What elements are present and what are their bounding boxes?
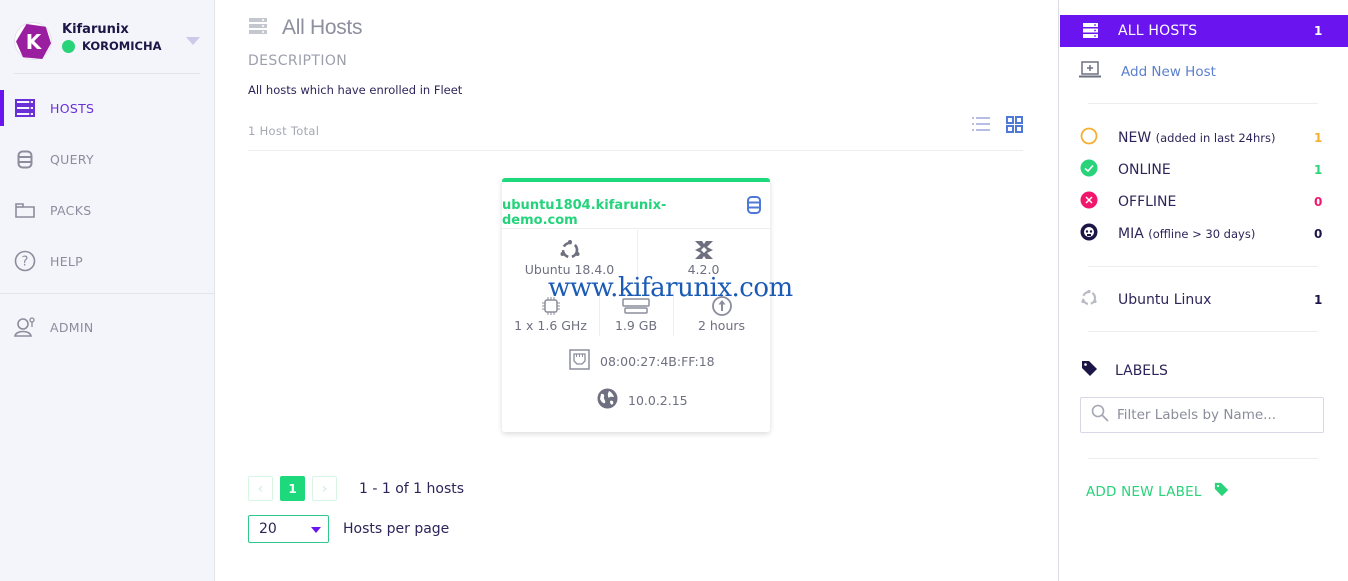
host-card[interactable]: ubuntu1804.kifarunix-demo.com Ubuntu 18.… — [502, 178, 770, 432]
hosts-icon — [248, 17, 268, 39]
platform-count: 1 — [1314, 293, 1323, 307]
ubuntu-icon — [502, 238, 637, 262]
description-text: All hosts which have enrolled in Fleet — [248, 83, 463, 97]
page-1-button[interactable]: 1 — [280, 476, 305, 501]
help-icon: ? — [14, 250, 36, 272]
host-ip: 10.0.2.15 — [597, 388, 688, 412]
description-heading: DESCRIPTION — [248, 53, 348, 69]
sidebar-item-packs[interactable]: PACKS — [0, 192, 214, 228]
online-count: 1 — [1314, 163, 1323, 177]
cpu-icon — [502, 294, 599, 318]
divider — [1088, 103, 1318, 104]
active-indicator — [0, 90, 4, 126]
divider — [248, 150, 1023, 151]
pagination: ‹ 1 › 1 - 1 of 1 hosts — [248, 476, 464, 501]
next-page-button[interactable]: › — [312, 476, 337, 501]
host-name-link[interactable]: ubuntu1804.kifarunix-demo.com — [502, 198, 742, 228]
sidebar-item-label: HELP — [50, 253, 83, 269]
host-total: 1 Host Total — [248, 124, 320, 138]
host-mac: 08:00:27:4B:FF:18 — [569, 349, 715, 373]
memory-icon — [599, 294, 673, 318]
add-new-host-button[interactable]: Add New Host — [1079, 61, 1216, 82]
new-count: 1 — [1314, 131, 1323, 145]
filter-online[interactable]: ONLINE 1 — [1080, 159, 1323, 181]
ubuntu-icon — [1080, 289, 1098, 311]
tag-icon — [1214, 482, 1229, 501]
chevron-down-icon — [311, 527, 321, 533]
list-view-icon[interactable] — [972, 116, 990, 132]
add-new-label-button[interactable]: ADD NEW LABEL — [1086, 482, 1229, 501]
offline-x-icon — [1080, 191, 1098, 213]
main-content: All Hosts DESCRIPTION All hosts which ha… — [215, 0, 1058, 581]
app: K Kifarunix KOROMICHA HOSTS QUERY PACKS … — [0, 0, 1348, 581]
tag-icon — [1081, 360, 1098, 381]
search-icon — [1091, 404, 1109, 426]
admin-icon — [14, 316, 36, 338]
sidebar-item-hosts[interactable]: HOSTS — [0, 90, 214, 126]
filter-platform-ubuntu[interactable]: Ubuntu Linux 1 — [1080, 289, 1323, 311]
network-port-icon — [569, 349, 590, 373]
database-icon — [14, 148, 36, 170]
host-cpu: 1 x 1.6 GHz — [502, 294, 599, 333]
host-filter-panel: ALL HOSTS 1 Add New Host NEW (added in l… — [1058, 0, 1348, 581]
org-logo: K — [14, 22, 52, 60]
all-hosts-count: 1 — [1314, 24, 1323, 38]
sidebar-item-query[interactable]: QUERY — [0, 141, 214, 177]
divider — [14, 73, 200, 74]
org-switcher[interactable]: K Kifarunix KOROMICHA — [14, 20, 204, 60]
page-title: All Hosts — [248, 16, 362, 40]
new-status-icon — [1080, 127, 1098, 149]
sidebar-item-label: QUERY — [50, 151, 94, 167]
osquery-version: 4.2.0 — [637, 238, 770, 277]
mia-count: 0 — [1314, 227, 1323, 241]
labels-heading: LABELS — [1081, 360, 1168, 381]
mia-skull-icon — [1080, 223, 1098, 245]
host-uptime: 2 hours — [673, 294, 770, 333]
per-page-control: 20 Hosts per page — [248, 515, 449, 543]
chevron-down-icon[interactable] — [186, 37, 200, 45]
filter-new[interactable]: NEW (added in last 24hrs) 1 — [1080, 127, 1323, 149]
divider — [1088, 331, 1318, 332]
per-page-select[interactable]: 20 — [248, 515, 329, 543]
add-host-icon — [1079, 61, 1101, 82]
label-filter — [1080, 397, 1324, 433]
filter-offline[interactable]: OFFLINE 0 — [1080, 191, 1323, 213]
filter-all-hosts[interactable]: ALL HOSTS 1 — [1060, 15, 1348, 47]
folder-icon — [14, 199, 36, 221]
label-filter-input[interactable] — [1117, 407, 1317, 423]
sidebar-item-label: HOSTS — [50, 100, 95, 116]
user-status: KOROMICHA — [62, 39, 162, 53]
online-status-bar — [502, 178, 770, 182]
online-status-icon — [62, 39, 75, 53]
page-title-text: All Hosts — [282, 16, 363, 39]
grid-view-icon[interactable] — [1006, 116, 1023, 133]
hosts-icon — [1083, 23, 1098, 42]
divider — [1088, 266, 1318, 267]
online-check-icon — [1080, 159, 1098, 181]
sidebar: K Kifarunix KOROMICHA HOSTS QUERY PACKS … — [0, 0, 215, 581]
divider — [0, 293, 214, 294]
per-page-label: Hosts per page — [343, 521, 450, 537]
user-name: KOROMICHA — [82, 39, 162, 53]
sidebar-item-label: ADMIN — [50, 319, 94, 335]
host-os: Ubuntu 18.4.0 — [502, 238, 637, 277]
sidebar-item-admin[interactable]: ADMIN — [0, 309, 214, 345]
org-name: Kifarunix — [62, 22, 129, 37]
prev-page-button[interactable]: ‹ — [248, 476, 273, 501]
divider — [1088, 458, 1318, 459]
offline-count: 0 — [1314, 195, 1323, 209]
globe-icon — [597, 388, 618, 412]
sidebar-item-label: PACKS — [50, 202, 92, 218]
filter-mia[interactable]: MIA (offline > 30 days) 0 — [1080, 223, 1323, 245]
osquery-icon — [637, 238, 770, 262]
host-memory: 1.9 GB — [599, 294, 673, 333]
divider — [502, 228, 770, 229]
uptime-icon — [673, 294, 770, 318]
hosts-icon — [14, 97, 36, 119]
pagination-info: 1 - 1 of 1 hosts — [359, 480, 465, 497]
svg-text:?: ? — [22, 255, 29, 270]
sidebar-item-help[interactable]: ? HELP — [0, 243, 214, 279]
database-icon — [747, 196, 761, 218]
